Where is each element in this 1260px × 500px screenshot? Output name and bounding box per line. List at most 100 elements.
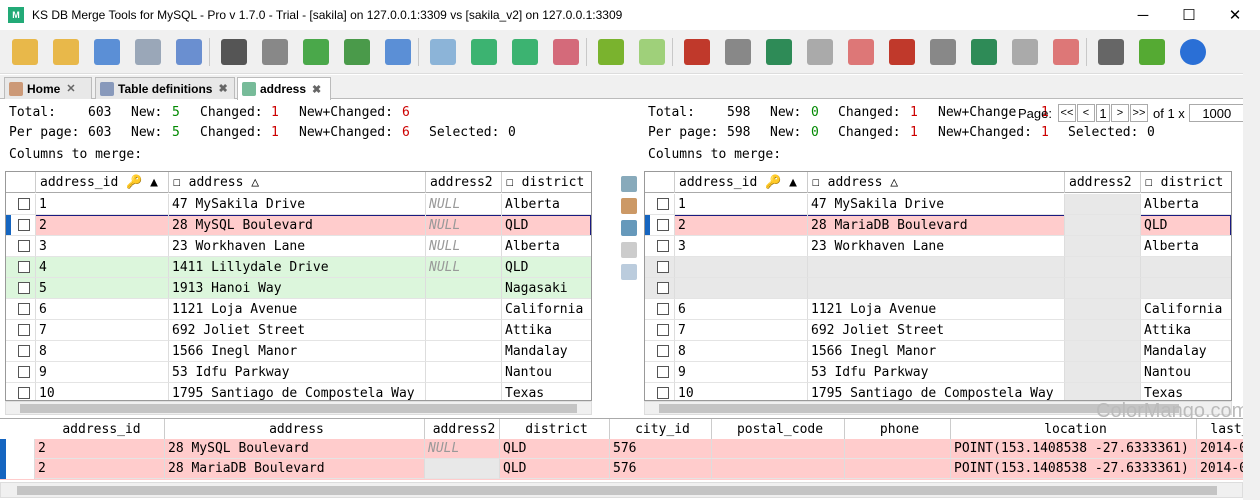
cell-location[interactable]: POINT(153.1408538 -27.6333361) bbox=[951, 439, 1197, 459]
cell-id[interactable]: 5 bbox=[36, 278, 169, 299]
cell-id[interactable]: 1 bbox=[675, 194, 808, 215]
cell-district[interactable]: Alberta bbox=[502, 194, 591, 215]
table-row[interactable]: 6 1121 Loja Avenue California bbox=[6, 299, 591, 320]
cell-address[interactable]: 1566 Inegl Manor bbox=[169, 341, 426, 362]
first-page-button[interactable]: << bbox=[1057, 104, 1076, 122]
cell-district[interactable]: QLD bbox=[500, 439, 610, 459]
maximize-button[interactable]: ☐ bbox=[1166, 0, 1212, 30]
last-page-button[interactable]: >> bbox=[1129, 104, 1148, 122]
cell-address[interactable]: 692 Joliet Street bbox=[808, 320, 1065, 341]
close-icon[interactable]: ✕ bbox=[66, 82, 75, 95]
close-icon[interactable]: ✖ bbox=[218, 82, 227, 95]
cell-district[interactable]: Texas bbox=[502, 383, 591, 400]
cell-address[interactable]: 28 MySQL Boulevard bbox=[169, 215, 426, 236]
cell-id[interactable] bbox=[675, 278, 808, 299]
table-row[interactable]: 1 47 MySakila Drive Alberta bbox=[645, 194, 1231, 215]
select-doc-right-icon[interactable] bbox=[926, 35, 960, 69]
row-checkbox[interactable] bbox=[18, 324, 30, 336]
cell-address2[interactable]: NULL bbox=[426, 257, 502, 278]
cell-district[interactable]: Nantou bbox=[1141, 362, 1231, 383]
cell-address2[interactable] bbox=[426, 383, 502, 400]
delete-right-icon[interactable] bbox=[844, 35, 878, 69]
row-checkbox[interactable] bbox=[657, 366, 669, 378]
tab-address[interactable]: address ✖ bbox=[237, 77, 331, 100]
row-checkbox[interactable] bbox=[657, 303, 669, 315]
detail-row[interactable]: 2 28 MySQL Boulevard NULL QLD 576 POINT(153.1… bbox=[0, 439, 1260, 460]
cell-id[interactable]: 6 bbox=[36, 299, 169, 320]
cell-district[interactable]: Alberta bbox=[502, 236, 591, 257]
select-changed-right-icon[interactable] bbox=[885, 35, 919, 69]
cell-location[interactable]: POINT(153.1408538 -27.6333361) bbox=[951, 459, 1197, 479]
cell-district[interactable]: Mandalay bbox=[1141, 341, 1231, 362]
cell-id[interactable]: 8 bbox=[36, 341, 169, 362]
grid-icon[interactable] bbox=[426, 35, 460, 69]
cell-id[interactable]: 6 bbox=[675, 299, 808, 320]
row-checkbox[interactable] bbox=[18, 303, 30, 315]
compare-tables-icon[interactable] bbox=[90, 35, 124, 69]
cell-address2[interactable] bbox=[426, 278, 502, 299]
grid-red-icon[interactable] bbox=[549, 35, 583, 69]
table-row[interactable]: 8 1566 Inegl Manor Mandalay bbox=[6, 341, 591, 362]
cell-id[interactable]: 9 bbox=[675, 362, 808, 383]
column-header-phone[interactable]: phone bbox=[845, 419, 951, 440]
cell-id[interactable]: 7 bbox=[675, 320, 808, 341]
cell-address2[interactable] bbox=[1065, 194, 1141, 215]
row-checkbox[interactable] bbox=[657, 261, 669, 273]
cell-district[interactable]: California bbox=[1141, 299, 1231, 320]
tab-table-definitions[interactable]: Table definitions ✖ bbox=[95, 77, 235, 99]
column-header-postal_code[interactable]: postal_code bbox=[712, 419, 845, 440]
row-checkbox[interactable] bbox=[657, 198, 669, 210]
cell-postal_code[interactable] bbox=[712, 439, 845, 459]
cell-address2[interactable]: NULL bbox=[425, 439, 500, 459]
cell-district[interactable]: Attika bbox=[1141, 320, 1231, 341]
binoculars-icon[interactable] bbox=[217, 35, 251, 69]
column-header-id[interactable]: address_id bbox=[35, 419, 165, 440]
cell-address2[interactable] bbox=[1065, 257, 1141, 278]
table-row[interactable]: 4 1411 Lillydale Drive NULL QLD bbox=[6, 257, 591, 278]
table-settings-icon[interactable] bbox=[172, 35, 206, 69]
database-icon[interactable] bbox=[258, 35, 292, 69]
next-page-button[interactable]: > bbox=[1110, 104, 1129, 122]
list-icon[interactable] bbox=[621, 264, 637, 280]
cell-address2[interactable] bbox=[1065, 299, 1141, 320]
table-row[interactable]: 1 47 MySakila Drive NULL Alberta bbox=[6, 194, 591, 215]
close-button[interactable]: ✕ bbox=[1212, 0, 1258, 30]
table-row[interactable]: 9 53 Idfu Parkway Nantou bbox=[645, 362, 1231, 383]
copy-icon[interactable] bbox=[381, 35, 415, 69]
cell-address2[interactable] bbox=[1065, 215, 1141, 236]
column-header-address[interactable]: address bbox=[165, 419, 425, 440]
merge-left-icon[interactable] bbox=[1008, 35, 1042, 69]
cell-address[interactable]: 1795 Santiago de Compostela Way bbox=[169, 383, 426, 400]
cell-id[interactable]: 3 bbox=[36, 236, 169, 257]
cell-address2[interactable] bbox=[426, 362, 502, 383]
refresh-icon[interactable] bbox=[299, 35, 333, 69]
table-row[interactable]: 10 1795 Santiago de Compostela Way Texas bbox=[645, 383, 1231, 400]
cell-district[interactable]: California bbox=[502, 299, 591, 320]
cell-address[interactable]: 692 Joliet Street bbox=[169, 320, 426, 341]
cell-id[interactable]: 2 bbox=[36, 215, 169, 236]
cell-postal_code[interactable] bbox=[712, 459, 845, 479]
select-checked-right-icon[interactable] bbox=[967, 35, 1001, 69]
cell-address2[interactable] bbox=[426, 320, 502, 341]
cell-district[interactable] bbox=[1141, 278, 1231, 299]
cell-address[interactable]: 53 Idfu Parkway bbox=[169, 362, 426, 383]
cell-city_id[interactable]: 576 bbox=[610, 459, 712, 479]
column-checkbox[interactable]: ☐ bbox=[1145, 175, 1153, 190]
copy-to-right-icon[interactable] bbox=[621, 176, 637, 192]
row-checkbox[interactable] bbox=[18, 282, 30, 294]
column-header-address-id[interactable]: address_id 🔑 ▲ bbox=[675, 172, 808, 193]
row-checkbox[interactable] bbox=[18, 387, 30, 399]
cell-id[interactable]: 2 bbox=[675, 215, 808, 236]
column-header-district[interactable]: ☐ district bbox=[502, 172, 591, 193]
column-checkbox[interactable]: ☐ bbox=[173, 175, 181, 190]
cell-district[interactable]: QLD bbox=[502, 215, 591, 236]
cell-district[interactable]: Texas bbox=[1141, 383, 1231, 400]
column-header-address2[interactable]: address2 bbox=[425, 419, 500, 440]
table-row[interactable] bbox=[645, 278, 1231, 299]
row-checkbox[interactable] bbox=[18, 261, 30, 273]
cell-address[interactable] bbox=[808, 257, 1065, 278]
cell-address2[interactable] bbox=[425, 459, 500, 479]
cell-id[interactable]: 10 bbox=[36, 383, 169, 400]
row-checkbox[interactable] bbox=[657, 240, 669, 252]
table-row[interactable]: 7 692 Joliet Street Attika bbox=[6, 320, 591, 341]
